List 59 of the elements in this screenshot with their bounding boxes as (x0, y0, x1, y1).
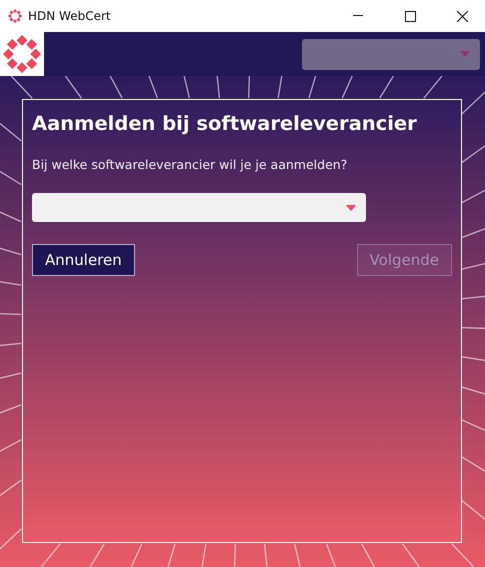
ray-line (0, 281, 22, 286)
ray-line (308, 76, 316, 98)
ray-line (361, 544, 375, 567)
ray-line (278, 76, 282, 98)
ray-line (0, 212, 22, 222)
ray-line (40, 543, 61, 567)
ray-line (64, 76, 82, 99)
ray-line (216, 76, 220, 98)
ray-line (0, 480, 22, 496)
ray-line (0, 528, 22, 550)
minimize-icon (353, 15, 363, 17)
ray-line (130, 544, 142, 567)
ray-line (462, 296, 485, 300)
ray-line (110, 76, 123, 98)
ray-line (462, 419, 485, 431)
ray-line (462, 456, 485, 472)
ray-line (234, 544, 236, 567)
window-title: HDN WebCert (28, 9, 112, 23)
ray-line (0, 404, 22, 414)
ray-line (167, 544, 176, 567)
ray-line (89, 544, 105, 567)
ray-line (451, 543, 474, 567)
ray-line (462, 326, 485, 329)
ray-line (0, 439, 22, 452)
ray-line (0, 123, 22, 142)
ray-line (402, 543, 420, 567)
dialog-title: Aanmelden bij softwareleverancier (32, 112, 418, 135)
ray-line (0, 170, 22, 186)
ray-line (379, 76, 394, 98)
ray-line (148, 76, 158, 98)
question-text: Bij welke softwareleverancier wil je je aanmelden? (32, 157, 348, 172)
ray-line (0, 248, 22, 256)
ray-line (461, 500, 485, 520)
close-icon (456, 10, 468, 22)
vendor-dropdown[interactable] (32, 193, 366, 222)
cancel-button[interactable]: Annuleren (32, 244, 135, 276)
ray-line (326, 544, 336, 567)
ray-line (0, 342, 22, 346)
ray-line (461, 92, 485, 115)
maximize-icon (404, 10, 416, 22)
ray-line (423, 76, 442, 99)
ray-line (462, 356, 485, 362)
ray-line (184, 76, 190, 98)
ray-line (462, 263, 485, 270)
ray-line (462, 190, 485, 204)
app-icon (8, 9, 22, 23)
caret-icon (460, 51, 470, 57)
ray-line (342, 76, 353, 98)
ray-line (10, 76, 33, 99)
ray-line (462, 386, 485, 395)
caret-icon (346, 204, 356, 210)
ray-line (462, 228, 485, 238)
ray-line (0, 313, 22, 316)
ray-line (248, 76, 250, 98)
ray-line (201, 544, 206, 567)
ray-line (461, 145, 485, 164)
ray-line (264, 544, 268, 567)
ray-line (0, 372, 22, 379)
ray-line (294, 544, 301, 567)
